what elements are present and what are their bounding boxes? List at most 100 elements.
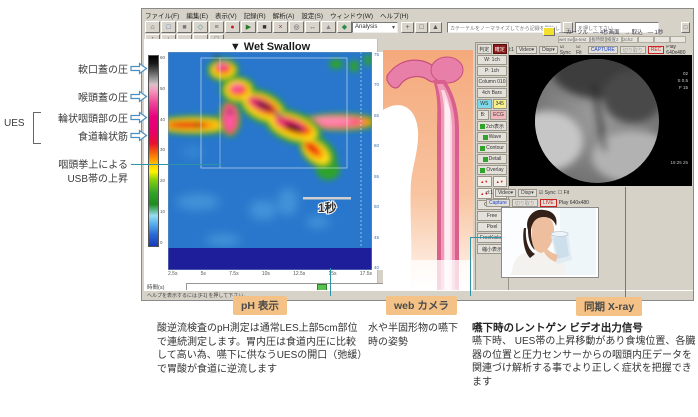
- menu-item[interactable]: 編集(E): [186, 10, 208, 20]
- webcam-disp-dropdown[interactable]: Disp▾: [518, 189, 537, 197]
- toolbar-button-icon: ↔: [309, 24, 316, 31]
- value-yellow-button[interactable]: 345: [493, 99, 508, 109]
- time-axis-tick: 2.5s: [168, 271, 177, 277]
- segment-cell[interactable]: wet sw: [558, 36, 574, 43]
- webcam-toolbar-1: d:1 Video▾ Disp▾ ☑ Sync ☐ Fit: [486, 188, 569, 197]
- highlight-button[interactable]: [543, 27, 555, 36]
- panel-action-label: Pixel: [487, 224, 498, 230]
- menu-item[interactable]: ファイル(F): [145, 10, 179, 20]
- toolbar-button[interactable]: ▲: [429, 22, 442, 33]
- panel-button[interactable]: Column 010: [477, 77, 507, 87]
- webcam-video-value: Video: [498, 190, 511, 196]
- menu-item[interactable]: 解析(A): [273, 10, 295, 20]
- toolbar-button-icon: ●: [230, 24, 234, 31]
- toolbar-button[interactable]: ▲: [321, 21, 336, 33]
- toolbar-button-icon: ▲: [325, 24, 332, 31]
- fit-checkbox[interactable]: ☑ Fit: [576, 45, 586, 55]
- ws-cyan-button[interactable]: WS: [477, 99, 492, 109]
- color-scale-tick: 0: [160, 240, 168, 245]
- segment-cell[interactable]: [670, 36, 686, 43]
- ues-label: UES: [4, 118, 25, 129]
- toolbar-button[interactable]: ×: [273, 21, 288, 33]
- window-small-button[interactable]: □: [681, 22, 690, 33]
- video-dropdown[interactable]: Video▾: [516, 46, 537, 54]
- caption-xray-body: 嚥下時、 UES帯の上昇移動があり食塊位置、各臓器の位置と圧力センサーからの咽頭…: [472, 335, 698, 389]
- annotation-soft-palate: 軟口蓋の圧: [18, 61, 128, 76]
- panel-option-label: Detail: [489, 156, 502, 162]
- color-scale-tick: 40: [160, 117, 168, 122]
- toolbar-button[interactable]: ◇: [193, 21, 208, 33]
- pressure-topography-plot[interactable]: 1秒: [168, 52, 372, 270]
- toolbar-button[interactable]: ■: [257, 21, 272, 33]
- segment-cell[interactable]: 長時間: [590, 36, 606, 43]
- annotation-epiglottis: 喉頭蓋の圧: [18, 89, 128, 104]
- menu-item[interactable]: 設定(S): [301, 10, 323, 20]
- color-scale-tick: 30: [160, 147, 168, 152]
- sync-checkbox[interactable]: ☑ Sync: [560, 45, 574, 55]
- toolbar-button[interactable]: ⌂: [145, 21, 160, 33]
- toolbar-button[interactable]: ■: [177, 21, 192, 33]
- toolbar-button[interactable]: ↔: [305, 21, 320, 33]
- toolbar-button[interactable]: ●: [225, 21, 240, 33]
- analysis-dropdown[interactable]: Analysis ▾: [352, 22, 398, 33]
- panel-option[interactable]: 2ch表示: [477, 121, 507, 131]
- callout-line-webcam-h: [470, 237, 501, 238]
- capture-button[interactable]: CAPTURE: [588, 46, 618, 54]
- right-arrow-icon: [130, 62, 148, 75]
- toolbar-button[interactable]: □: [161, 21, 176, 33]
- panel-button[interactable]: W: 1ch: [477, 55, 507, 65]
- spinner-control[interactable]: ▲▼: [477, 176, 492, 187]
- segment-cell[interactable]: [654, 36, 670, 43]
- xray-overlay-line: F 15: [638, 84, 688, 91]
- callout-line-webcam-v: [470, 237, 471, 296]
- ecg-pink-button[interactable]: ECG: [490, 110, 507, 120]
- menu-item[interactable]: 記録(R): [244, 10, 266, 20]
- disp-dropdown[interactable]: Disp▾: [539, 46, 558, 54]
- panel-option[interactable]: Overlay: [477, 165, 507, 175]
- webcam-live-button[interactable]: LIVE: [540, 199, 557, 207]
- panel-option[interactable]: Detail: [477, 154, 507, 164]
- toolbar-main: ⌂□■◇≡●▶■×◎↔▲◆: [145, 21, 352, 33]
- time-axis: 2.5s5s7.5s10s12.5s15s17.5s: [168, 271, 372, 277]
- menu-item[interactable]: ヘルプ(H): [380, 10, 409, 20]
- color-chip: [480, 168, 485, 173]
- panel-option[interactable]: Contour: [477, 143, 507, 153]
- toolbar-button[interactable]: +: [401, 22, 414, 33]
- cut-button[interactable]: 切り取り: [620, 46, 646, 54]
- play-resolution-label: Play 640x480: [666, 45, 692, 55]
- rec-button[interactable]: REC: [648, 46, 665, 54]
- toolbar-button[interactable]: ≡: [209, 21, 224, 33]
- anatomy-illustration: [383, 50, 473, 291]
- toolbar-button[interactable]: ◎: [289, 21, 304, 33]
- segment-cell[interactable]: 検査2: [606, 36, 622, 43]
- badge-webcam: web カメラ: [386, 296, 457, 315]
- panel-option-label: 2ch表示: [486, 123, 504, 130]
- panel-option[interactable]: Wave: [477, 132, 507, 142]
- caption-xray-title: 嚥下時のレントゲン ビデオ出力信号: [472, 320, 696, 335]
- ruler-value: 40: [374, 265, 383, 270]
- segment-cell[interactable]: a-test: [574, 36, 590, 43]
- panel-button[interactable]: 4ch Bars: [477, 88, 507, 98]
- webcam-fit-checkbox[interactable]: ☐ Fit: [558, 190, 569, 196]
- webcam-sync-checkbox[interactable]: ☑ Sync: [539, 190, 556, 196]
- toolbar-button[interactable]: ▶: [241, 21, 256, 33]
- toolbar-button-icon: ◇: [198, 23, 203, 31]
- toolbar-button[interactable]: □: [415, 22, 428, 33]
- webcam-video-dropdown[interactable]: Video▾: [495, 189, 516, 197]
- toolbar-button[interactable]: ◆: [337, 21, 352, 33]
- ruler-value: 70: [374, 82, 383, 87]
- panel-button[interactable]: P: 1ch: [477, 66, 507, 76]
- menu-item[interactable]: 表示(V): [215, 10, 237, 20]
- tab-confirm[interactable]: 確定: [493, 44, 508, 54]
- menu-item[interactable]: ウィンドウ(W): [330, 10, 373, 20]
- tab-judge[interactable]: 判定: [477, 44, 492, 54]
- spinner-control[interactable]: ▲▼: [493, 176, 508, 187]
- webcam-capture-button[interactable]: Capture: [486, 199, 510, 207]
- callout-line-ph: [330, 268, 331, 296]
- webcam-cut-button[interactable]: 切り取り: [512, 199, 538, 207]
- xray-timestamp: 15:25 25: [630, 160, 688, 165]
- legend-item: — 4秒画面: [593, 28, 620, 36]
- segment-cell[interactable]: 2ch2: [622, 36, 638, 43]
- right-arrow-icon: [130, 111, 148, 124]
- segment-cell[interactable]: [638, 36, 654, 43]
